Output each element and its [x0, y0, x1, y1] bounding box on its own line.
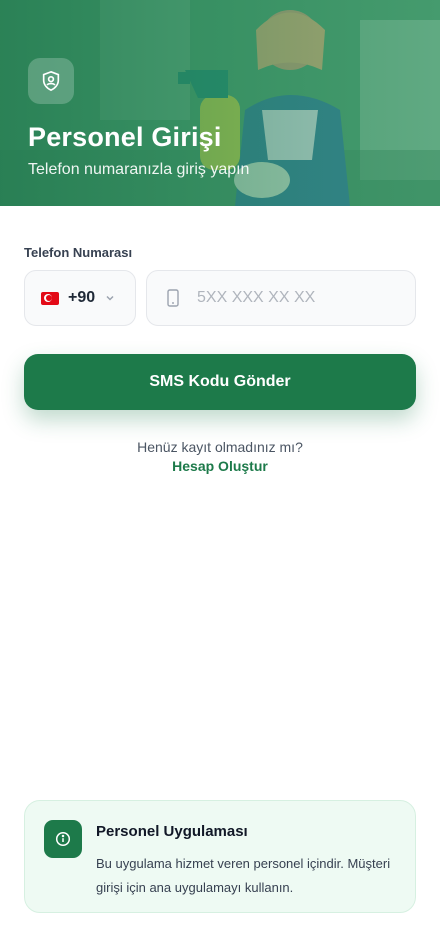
chevron-down-icon [106, 295, 114, 301]
phone-field[interactable] [146, 270, 416, 326]
send-sms-button[interactable]: SMS Kodu Gönder [24, 354, 416, 410]
phone-input[interactable] [197, 289, 397, 307]
hero-header: Personel Girişi Telefon numaranızla giri… [0, 0, 440, 206]
page-subtitle: Telefon numaranızla giriş yapın [28, 161, 250, 178]
user-shield-icon [42, 70, 60, 92]
info-title: Personel Uygulaması [96, 823, 248, 840]
badge [28, 58, 74, 104]
info-icon-box [44, 820, 82, 858]
info-icon [55, 831, 71, 847]
turkey-flag-icon [41, 291, 59, 305]
phone-icon [167, 289, 179, 307]
page-title: Personel Girişi [28, 122, 222, 152]
info-text: Bu uygulama hizmet veren personel içindi… [96, 856, 391, 895]
phone-label: Telefon Numarası [24, 245, 133, 260]
dial-code: +90 [68, 289, 96, 306]
no-account-text: Henüz kayıt olmadınız mı? [137, 439, 303, 455]
country-code-selector[interactable]: +90 [24, 270, 136, 326]
info-card: Personel Uygulaması Bu uygulama hizmet v… [24, 800, 416, 913]
create-account-link[interactable]: Hesap Oluştur [0, 458, 440, 474]
